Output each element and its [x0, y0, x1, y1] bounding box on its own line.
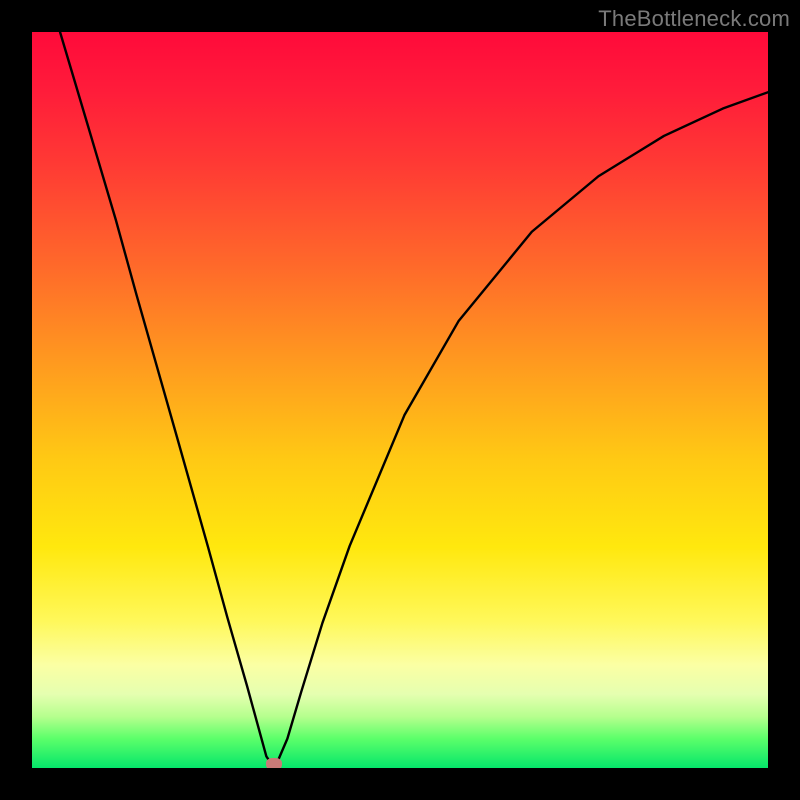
chart-frame: TheBottleneck.com: [0, 0, 800, 800]
curve-layer: [32, 32, 768, 768]
curve-minimum-marker: [266, 758, 282, 768]
watermark-text: TheBottleneck.com: [598, 6, 790, 32]
bottleneck-curve: [60, 32, 768, 764]
plot-area: [32, 32, 768, 768]
